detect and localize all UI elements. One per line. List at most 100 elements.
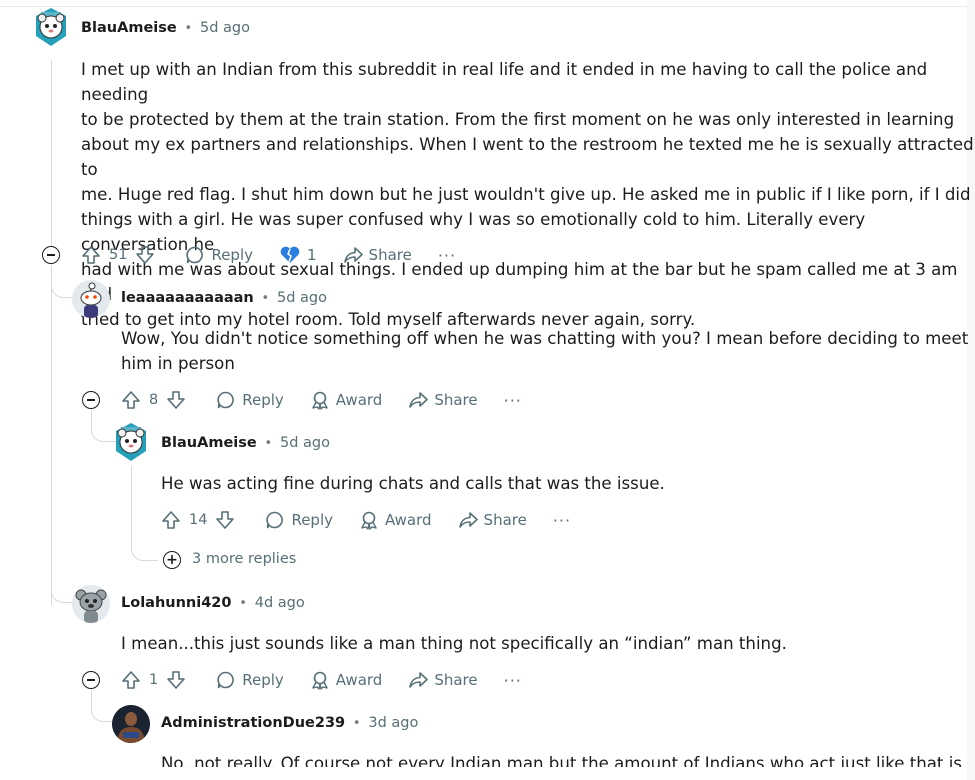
comment-line: about my ex partners and relationships. … — [81, 135, 974, 179]
comment-line: I met up with an Indian from this subred… — [81, 60, 928, 104]
comment-line: No, not really. Of course not every Indi… — [161, 754, 962, 767]
avatar[interactable] — [112, 423, 150, 461]
award-count: 1 — [307, 246, 317, 264]
username[interactable]: leaaaaaaaaaaan — [121, 290, 254, 306]
avatar[interactable] — [72, 280, 110, 318]
vote-group: 14 — [161, 510, 235, 530]
share-button[interactable]: Share — [408, 670, 478, 690]
reply-icon — [186, 246, 204, 264]
award-label: Award — [335, 671, 383, 689]
reply-label: Reply — [211, 246, 253, 264]
comment-actions: 1 Reply Award Share ··· — [121, 668, 522, 692]
timestamp[interactable]: 5d ago — [280, 435, 330, 451]
comment-meta: leaaaaaaaaaaan • 5d ago — [121, 288, 327, 306]
vote-group: 8 — [121, 390, 186, 410]
share-icon — [458, 512, 478, 528]
reply-icon — [217, 391, 235, 409]
share-button[interactable]: Share — [408, 390, 478, 410]
share-icon — [409, 672, 429, 688]
profile-photo-icon — [112, 705, 150, 743]
broken-heart-award-icon — [280, 246, 300, 263]
share-button[interactable]: Share — [458, 510, 527, 530]
vote-count: 14 — [189, 512, 208, 528]
username[interactable]: AdministrationDue239 — [161, 715, 345, 731]
upvote-icon[interactable] — [81, 245, 101, 265]
avatar[interactable] — [72, 585, 110, 623]
separator-dot: • — [352, 716, 361, 731]
comment-line: me. Huge red flag. I shut him down but h… — [81, 185, 971, 204]
collapse-thread-button[interactable] — [82, 671, 100, 689]
share-button[interactable]: Share — [343, 245, 412, 265]
reply-label: Reply — [242, 391, 284, 409]
award-button[interactable]: Award — [310, 670, 383, 690]
timestamp[interactable]: 3d ago — [368, 715, 418, 731]
comment-actions: 14 Reply Award Share ··· — [161, 508, 571, 532]
award-button[interactable]: Award — [310, 390, 383, 410]
more-options-button[interactable]: ··· — [504, 671, 522, 690]
avatar[interactable] — [112, 705, 150, 743]
expand-replies-icon[interactable]: + — [163, 551, 181, 569]
avatar[interactable] — [32, 8, 70, 46]
comment-line: to be protected by them at the train sta… — [81, 110, 955, 129]
snoo-avatar-icon — [36, 8, 66, 46]
separator-dot: • — [239, 596, 247, 611]
share-icon — [343, 247, 363, 263]
more-options-button[interactable]: ··· — [553, 511, 571, 530]
award-button[interactable]: Award — [359, 510, 432, 530]
award-icon — [361, 511, 377, 530]
reply-label: Reply — [242, 671, 284, 689]
reply-button[interactable]: Reply — [185, 245, 253, 265]
upvote-icon[interactable] — [121, 390, 141, 410]
thread-curve-more — [131, 544, 158, 561]
vote-count: 1 — [149, 672, 159, 688]
comment-actions: 51 Reply 1 Share ··· — [81, 243, 456, 267]
thread-line-level3[interactable] — [131, 466, 132, 546]
award-icon — [312, 391, 328, 410]
username[interactable]: BlauAmeise — [161, 435, 257, 451]
award-button[interactable]: 1 — [279, 245, 317, 265]
more-options-button[interactable]: ··· — [438, 246, 456, 265]
downvote-icon[interactable] — [215, 510, 235, 530]
comment-body: He was acting fine during chats and call… — [161, 471, 665, 496]
collapse-thread-button[interactable] — [82, 391, 100, 409]
vote-group: 51 — [81, 245, 155, 265]
timestamp[interactable]: 4d ago — [255, 595, 305, 611]
comment-meta: BlauAmeise • 5d ago — [81, 18, 250, 36]
thread-line-root-lower[interactable] — [51, 265, 52, 605]
comment-line: I mean...this just sounds like a man thi… — [121, 634, 787, 653]
more-replies-link[interactable]: 3 more replies — [192, 551, 296, 567]
upvote-icon[interactable] — [161, 510, 181, 530]
reply-label: Reply — [291, 511, 333, 529]
downvote-icon[interactable] — [166, 390, 186, 410]
share-label: Share — [434, 391, 478, 409]
comment-actions: 8 Reply Award Share ··· — [121, 388, 522, 412]
share-icon — [409, 392, 429, 408]
award-label: Award — [335, 391, 383, 409]
comment-body: No, not really. Of course not every Indi… — [161, 751, 962, 767]
reply-icon — [217, 671, 235, 689]
reply-button[interactable]: Reply — [265, 510, 333, 530]
username[interactable]: Lolahunni420 — [121, 595, 232, 611]
vote-group: 1 — [121, 670, 186, 690]
more-options-button[interactable]: ··· — [504, 391, 522, 410]
upvote-icon[interactable] — [121, 670, 141, 690]
share-label: Share — [434, 671, 478, 689]
downvote-icon[interactable] — [135, 245, 155, 265]
award-label: Award — [385, 511, 432, 529]
reply-button[interactable]: Reply — [216, 670, 284, 690]
separator-dot: • — [184, 21, 193, 36]
vote-count: 51 — [109, 247, 128, 263]
share-label: Share — [368, 246, 412, 264]
downvote-icon[interactable] — [166, 670, 186, 690]
snoo-avatar-icon — [72, 585, 110, 623]
collapse-thread-button[interactable] — [42, 246, 60, 264]
timestamp[interactable]: 5d ago — [200, 20, 250, 36]
reply-button[interactable]: Reply — [216, 390, 284, 410]
top-divider — [0, 0, 975, 7]
timestamp[interactable]: 5d ago — [277, 290, 327, 306]
thread-line-root[interactable] — [51, 60, 52, 246]
username[interactable]: BlauAmeise — [81, 20, 177, 36]
snoo-avatar-icon — [116, 423, 146, 461]
award-icon — [312, 671, 328, 690]
vote-count: 8 — [149, 392, 159, 408]
